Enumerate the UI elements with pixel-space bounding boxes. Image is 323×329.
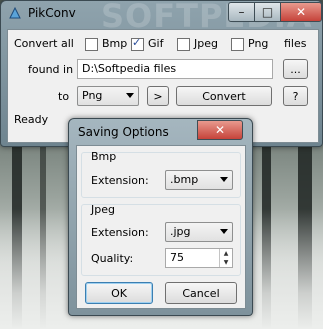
arrow-button[interactable]: > [147,86,169,106]
quality-spinner[interactable]: 75 ▲ ▼ [165,248,233,268]
gif-checkbox[interactable] [131,36,144,51]
maximize-button[interactable]: □ [254,2,281,22]
dialog-close-button[interactable]: ✕ [197,120,243,140]
chevron-down-icon [126,93,134,98]
bmp-extension-select[interactable]: .bmp [165,170,233,190]
jpeg-checkbox[interactable] [177,38,190,51]
found-in-label: found in [28,63,74,76]
dialog-panel: Bmp Extension: .bmp Jpeg Extension: .jpg… [76,145,246,309]
app-icon [9,6,21,19]
quality-value: 75 [170,251,184,264]
bmp-group-title: Bmp [91,150,117,163]
spin-down-icon[interactable]: ▼ [220,258,232,267]
bmp-extension-label: Extension: [91,174,149,187]
files-label: files [284,37,307,50]
cancel-button[interactable]: Cancel [165,282,237,304]
jpeg-extension-select[interactable]: .jpg [165,222,233,242]
bmp-extension-value: .bmp [170,173,199,186]
chevron-down-icon [220,177,228,182]
convert-all-label: Convert all [14,37,74,50]
status-text: Ready [14,113,49,126]
png-checkbox[interactable] [231,38,244,51]
window-title: PikConv [28,6,76,20]
browse-button[interactable]: ... [283,59,308,79]
ok-button[interactable]: OK [85,282,153,304]
jpeg-label[interactable]: Jpeg [194,37,218,50]
close-button[interactable]: ✕ [280,2,322,22]
title-bar[interactable]: PikConv SOFTPEDIA – □ ✕ [1,0,322,35]
chevron-down-icon [220,229,228,234]
convert-button[interactable]: Convert [176,86,272,106]
spin-up-icon[interactable]: ▲ [220,249,232,258]
target-format-value: Png [82,89,103,102]
dialog-title-bar[interactable]: Saving Options ✕ [69,119,252,145]
bmp-label[interactable]: Bmp [102,37,127,50]
help-button[interactable]: ? [283,86,308,106]
bmp-checkbox[interactable] [85,38,98,51]
spin-buttons[interactable]: ▲ ▼ [219,249,232,267]
jpeg-extension-label: Extension: [91,226,149,239]
folder-input[interactable]: D:\Softpedia files [77,59,273,79]
jpeg-group-title: Jpeg [91,203,115,216]
jpeg-extension-value: .jpg [170,225,191,238]
quality-label: Quality: [91,252,134,265]
target-format-select[interactable]: Png [77,86,139,106]
png-label[interactable]: Png [248,37,268,50]
minimize-button[interactable]: – [228,2,255,22]
gif-label[interactable]: Gif [148,37,163,50]
to-label: to [58,90,70,103]
saving-options-dialog: Saving Options ✕ Bmp Extension: .bmp Jpe… [68,118,253,316]
dialog-title: Saving Options [78,125,169,139]
